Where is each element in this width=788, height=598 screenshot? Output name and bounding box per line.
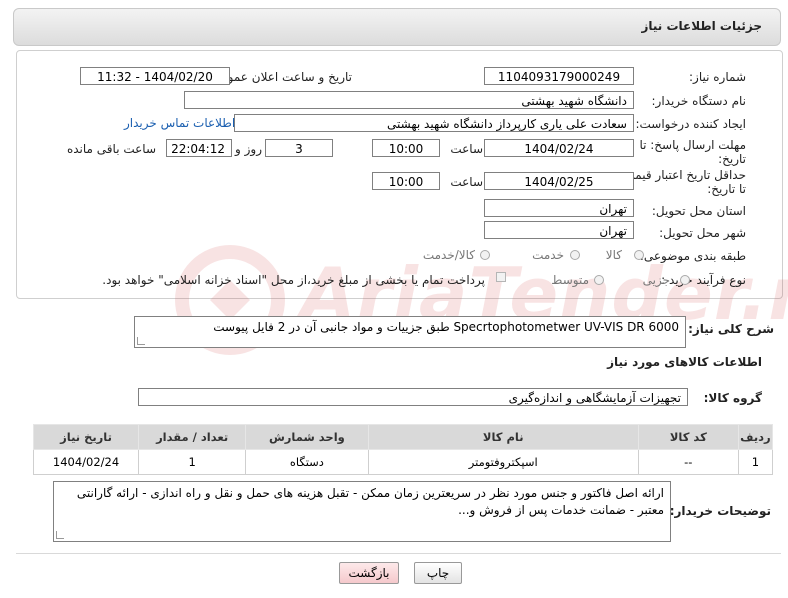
process-option-minor: جزیی <box>642 273 670 287</box>
col-header-quantity: تعداد / مقدار <box>138 424 247 450</box>
cell-unit: دستگاه <box>245 449 369 475</box>
buyer-notes-label: توضیحات خریدار: <box>669 504 771 518</box>
treasury-payment-checkbox[interactable] <box>496 272 506 282</box>
deadline-label-line1: مهلت ارسال پاسخ: تا <box>639 138 746 152</box>
cell-item-name: اسپکتروفتومتر <box>367 449 639 475</box>
buyer-notes-text: ارائه اصل فاکتور و جنس مورد نظر در سریعت… <box>76 486 664 517</box>
creator-field: سعادت علی یاری کارپرداز دانشگاه شهید بهش… <box>234 114 634 132</box>
process-radio-medium[interactable] <box>594 275 604 285</box>
process-option-medium: متوسط <box>551 273 589 287</box>
validity-label-line2: تا تاریخ: <box>707 182 746 196</box>
city-label: شهر محل تحویل: <box>659 226 746 240</box>
print-button[interactable]: چاپ <box>414 562 462 584</box>
summary-field: Specrtophotometwer UV-VIS DR 6000 طبق جز… <box>134 316 686 348</box>
days-label: روز و <box>235 142 262 156</box>
category-option-goods-service: کالا/خدمت <box>422 248 475 262</box>
cell-item-code: -- <box>637 449 739 475</box>
buyer-org-field: دانشگاه شهید بهشتی <box>184 91 634 109</box>
buyer-contact-link[interactable]: اطلاعات تماس خریدار <box>124 116 235 130</box>
province-field: تهران <box>484 199 634 217</box>
col-header-row-number: ردیف <box>737 424 774 450</box>
cell-quantity: 1 <box>138 449 247 475</box>
validity-date-field: 1404/02/25 <box>484 172 634 190</box>
category-radio-goods-service[interactable] <box>480 250 490 260</box>
buyer-notes-field: ارائه اصل فاکتور و جنس مورد نظر در سریعت… <box>53 481 671 542</box>
col-header-need-date: تاریخ نیاز <box>32 424 140 450</box>
table-row: 1 -- اسپکتروفتومتر دستگاه 1 1404/02/24 <box>32 449 774 475</box>
validity-time-label: ساعت <box>450 175 483 189</box>
resize-handle-icon[interactable] <box>137 337 145 345</box>
goods-group-field: تجهیزات آزمایشگاهی و اندازه‌گیری <box>138 388 688 406</box>
summary-label: شرح کلی نیاز: <box>688 322 774 336</box>
col-header-unit: واحد شمارش <box>245 424 369 450</box>
announce-field: 1404/02/20 - 11:32 <box>80 67 230 85</box>
deadline-time-label: ساعت <box>450 142 483 156</box>
deadline-time-field: 10:00 <box>372 139 440 157</box>
items-table: ردیف کد کالا نام کالا واحد شمارش تعداد /… <box>32 424 774 475</box>
category-radio-goods[interactable] <box>634 250 644 260</box>
goods-group-label: گروه کالا: <box>703 391 762 405</box>
remaining-label: ساعت باقی مانده <box>66 142 156 156</box>
buyer-org-label: نام دستگاه خریدار: <box>651 94 747 108</box>
province-label: استان محل تحویل: <box>651 204 746 218</box>
col-header-item-code: کد کالا <box>637 424 739 450</box>
need-number-label: شماره نیاز: <box>689 70 746 84</box>
page-title: جزئیات اطلاعات نیاز <box>641 19 762 33</box>
creator-label: ایجاد کننده درخواست: <box>635 117 746 131</box>
category-label: طبقه بندی موضوعی: <box>639 249 746 263</box>
category-option-goods: کالا <box>605 248 622 262</box>
need-number-field: 1104093179000249 <box>484 67 634 85</box>
remaining-time-field: 22:04:12 <box>166 139 232 157</box>
divider <box>16 553 781 554</box>
city-field: تهران <box>484 221 634 239</box>
validity-time-field: 10:00 <box>372 172 440 190</box>
process-radio-minor[interactable] <box>680 275 690 285</box>
category-radio-service[interactable] <box>570 250 580 260</box>
deadline-label-line2: تاریخ: <box>718 152 746 166</box>
summary-text: Specrtophotometwer UV-VIS DR 6000 طبق جز… <box>213 320 679 334</box>
col-header-item-name: نام کالا <box>367 424 639 450</box>
resize-handle-icon[interactable] <box>56 531 64 539</box>
days-field: 3 <box>265 139 333 157</box>
validity-label-line1: حداقل تاریخ اعتبار قیمت: <box>619 168 746 182</box>
treasury-payment-note: پرداخت تمام یا بخشی از مبلغ خرید،از محل … <box>102 273 485 287</box>
cell-need-date: 1404/02/24 <box>32 449 140 475</box>
table-header-row: ردیف کد کالا نام کالا واحد شمارش تعداد /… <box>32 424 774 450</box>
cell-row-number: 1 <box>737 449 774 475</box>
back-button[interactable]: بازگشت <box>339 562 399 584</box>
process-label: نوع فرآیند خرید : <box>661 273 746 287</box>
category-option-service: خدمت <box>532 248 564 262</box>
deadline-date-field: 1404/02/24 <box>484 139 634 157</box>
header-panel: جزئیات اطلاعات نیاز <box>13 8 781 46</box>
goods-section-title: اطلاعات کالاهای مورد نیاز <box>607 355 762 369</box>
